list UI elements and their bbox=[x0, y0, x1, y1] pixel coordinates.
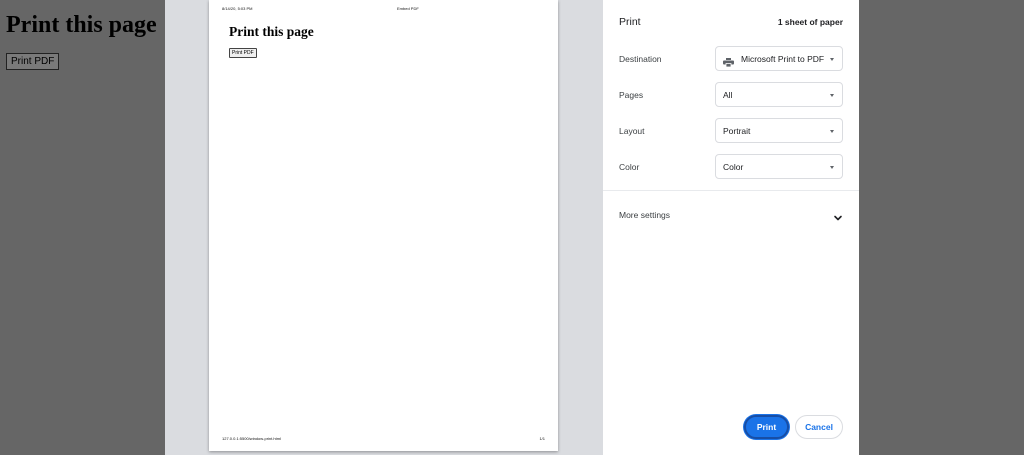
printer-icon bbox=[723, 54, 734, 68]
background-page-title: Print this page bbox=[6, 12, 157, 38]
dropdown-arrow-icon bbox=[830, 130, 834, 133]
print-dialog: 8/14/20, 5:03 PM Embed PDF Print this pa… bbox=[165, 0, 859, 455]
destination-value: Microsoft Print to PDF bbox=[741, 53, 825, 64]
settings-divider bbox=[603, 190, 859, 191]
background-print-pdf-button: Print PDF bbox=[6, 53, 60, 70]
more-settings-label: More settings bbox=[619, 210, 671, 220]
layout-value: Portrait bbox=[723, 125, 751, 136]
print-button[interactable]: Print bbox=[744, 415, 789, 439]
destination-label: Destination bbox=[619, 53, 662, 64]
color-value: Color bbox=[723, 161, 744, 172]
sheet-count: 1 sheet of paper bbox=[777, 17, 843, 27]
color-row: Color Color bbox=[619, 154, 843, 179]
color-label: Color bbox=[619, 161, 640, 172]
preview-header-date: 8/14/20, 5:03 PM bbox=[222, 6, 253, 11]
destination-select[interactable]: Microsoft Print to PDF bbox=[715, 46, 843, 71]
preview-footer-url: 127.0.0.1:5500/window-print.html bbox=[222, 436, 281, 441]
color-select[interactable]: Color bbox=[715, 154, 843, 179]
dialog-title: Print bbox=[619, 16, 641, 28]
preview-page: 8/14/20, 5:03 PM Embed PDF Print this pa… bbox=[209, 0, 558, 451]
pages-row: Pages All bbox=[619, 82, 843, 107]
preview-page-title: Print this page bbox=[229, 24, 314, 39]
chevron-down-icon[interactable] bbox=[833, 210, 843, 221]
preview-header-title: Embed PDF bbox=[397, 6, 419, 11]
dialog-actions: Print Cancel bbox=[744, 415, 843, 439]
layout-label: Layout bbox=[619, 125, 645, 136]
pages-select[interactable]: All bbox=[715, 82, 843, 107]
layout-row: Layout Portrait bbox=[619, 118, 843, 143]
pages-value: All bbox=[723, 89, 733, 100]
preview-footer-page-number: 1/1 bbox=[539, 436, 545, 441]
more-settings-toggle[interactable]: More settings bbox=[619, 205, 843, 225]
destination-row: Destination Microsoft Print to PDF bbox=[619, 46, 843, 71]
print-settings-sidebar: Print 1 sheet of paper Destination Micro… bbox=[603, 0, 859, 455]
sidebar-header: Print 1 sheet of paper bbox=[619, 15, 843, 29]
dropdown-arrow-icon bbox=[830, 58, 834, 61]
dropdown-arrow-icon bbox=[830, 166, 834, 169]
print-preview-area[interactable]: 8/14/20, 5:03 PM Embed PDF Print this pa… bbox=[165, 0, 603, 455]
pages-label: Pages bbox=[619, 89, 644, 100]
preview-print-pdf-button: Print PDF bbox=[229, 48, 257, 58]
cancel-button[interactable]: Cancel bbox=[795, 415, 843, 439]
dropdown-arrow-icon bbox=[830, 94, 834, 97]
layout-select[interactable]: Portrait bbox=[715, 118, 843, 143]
